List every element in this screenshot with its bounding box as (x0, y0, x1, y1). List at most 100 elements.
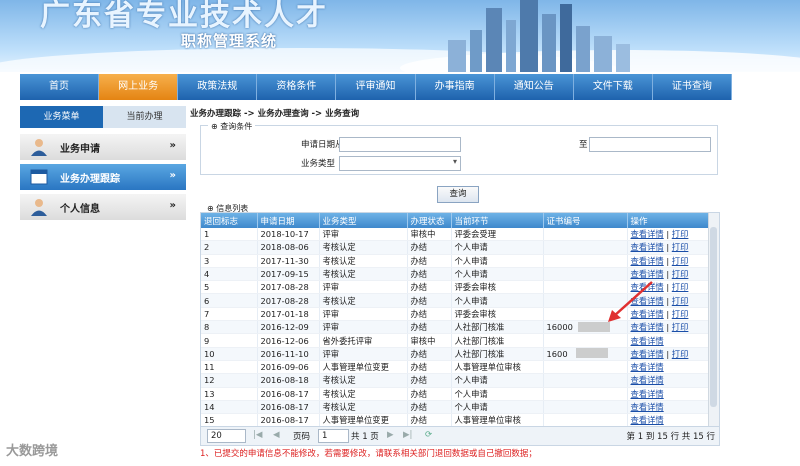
view-details-link[interactable]: 查看详情 (631, 349, 664, 359)
date-to-input[interactable] (589, 137, 711, 152)
operations-cell: 查看详情 | 打印 (627, 240, 710, 255)
certificate-number (543, 307, 628, 322)
table-row[interactable]: 11 2016-09-06 人事管理单位变更 办结 人事管理单位审核 查看详情 (201, 360, 710, 375)
page-size-select[interactable]: 20 (207, 429, 246, 443)
table-row[interactable]: 1 2018-10-17 评审 审核中 评委会受理 查看详情 | 打印 (201, 228, 710, 242)
menu-business-apply[interactable]: 业务申请 » (20, 134, 186, 160)
view-details-link[interactable]: 查看详情 (631, 375, 664, 385)
certificate-number: 16000 (543, 320, 628, 335)
business-type: 人事管理单位变更 (319, 360, 408, 375)
handling-status: 办结 (407, 280, 452, 295)
view-details-link[interactable]: 查看详情 (631, 362, 664, 372)
first-page-icon[interactable]: |◀ (253, 430, 262, 440)
table-row[interactable]: 12 2016-08-18 考核认定 办结 个人申请 查看详情 (201, 373, 710, 388)
view-details-link[interactable]: 查看详情 (631, 389, 664, 399)
certificate-number (543, 228, 628, 242)
page-input[interactable]: 1 (318, 429, 349, 443)
last-page-icon[interactable]: ▶| (403, 430, 412, 440)
table-row[interactable]: 3 2017-11-30 考核认定 办结 个人申请 查看详情 | 打印 (201, 254, 710, 268)
business-type-select[interactable]: ▾ (339, 156, 461, 171)
nav-guide[interactable]: 办事指南 (416, 74, 495, 100)
menu-business-tracking[interactable]: 业务办理跟踪 » (20, 164, 186, 190)
table-row[interactable]: 4 2017-09-15 考核认定 办结 个人申请 查看详情 | 打印 (201, 267, 710, 282)
print-link[interactable]: 打印 (672, 282, 689, 292)
view-details-link[interactable]: 查看详情 (631, 256, 664, 266)
col-header[interactable]: 业务类型 (319, 213, 408, 228)
view-details-link[interactable]: 查看详情 (631, 282, 664, 292)
certificate-number (543, 240, 628, 255)
view-details-link[interactable]: 查看详情 (631, 269, 664, 279)
view-details-link[interactable]: 查看详情 (631, 242, 664, 252)
current-step: 个人申请 (451, 293, 544, 308)
business-type: 人事管理单位变更 (319, 413, 408, 427)
date-from-input[interactable] (339, 137, 461, 152)
nav-online-business[interactable]: 网上业务 (99, 74, 179, 100)
tab-current-handling[interactable]: 当前办理 (103, 106, 186, 128)
table-row[interactable]: 7 2017-01-18 评审 办结 评委会审核 查看详情 | 打印 (201, 307, 710, 322)
print-link[interactable]: 打印 (672, 309, 689, 319)
calendar-icon (30, 169, 48, 185)
apply-date: 2017-08-28 (257, 293, 320, 308)
table-row[interactable]: 2 2018-08-06 考核认定 办结 个人申请 查看详情 | 打印 (201, 240, 710, 255)
print-link[interactable]: 打印 (672, 269, 689, 279)
table-row[interactable]: 13 2016-08-17 考核认定 办结 个人申请 查看详情 (201, 387, 710, 401)
table-row[interactable]: 9 2016-12-06 省外委托评审 审核中 人社部门核准 查看详情 (201, 333, 710, 348)
prev-page-icon[interactable]: ◀ (273, 430, 280, 440)
menu-personal-info[interactable]: 个人信息 » (20, 194, 186, 220)
print-link[interactable]: 打印 (672, 242, 689, 252)
col-header[interactable]: 申请日期 (257, 213, 320, 228)
col-header[interactable]: 当前环节 (451, 213, 544, 228)
print-link[interactable]: 打印 (672, 322, 689, 332)
current-step: 个人申请 (451, 267, 544, 282)
query-button[interactable]: 查询 (437, 186, 479, 203)
row-number: 15 (201, 413, 258, 427)
view-details-link[interactable]: 查看详情 (631, 296, 664, 306)
operations-cell: 查看详情 (627, 400, 710, 415)
business-type: 考核认定 (319, 254, 408, 268)
handling-status: 办结 (407, 413, 452, 427)
apply-date: 2017-08-28 (257, 280, 320, 295)
view-details-link[interactable]: 查看详情 (631, 229, 664, 239)
print-link[interactable]: 打印 (672, 256, 689, 266)
total-pages: 共 1 页 (351, 432, 379, 442)
table-row[interactable]: 15 2016-08-17 人事管理单位变更 办结 人事管理单位审核 查看详情 (201, 413, 710, 427)
print-link[interactable]: 打印 (672, 349, 689, 359)
nav-policies[interactable]: 政策法规 (178, 74, 258, 100)
table-row[interactable]: 10 2016-11-10 评审 办结 人社部门核准 1600 查看详情 | 打印 (201, 347, 710, 361)
view-details-link[interactable]: 查看详情 (631, 309, 664, 319)
handling-status: 审核中 (407, 333, 452, 348)
nav-announcements[interactable]: 通知公告 (495, 74, 574, 100)
col-header[interactable]: 退回标志 (201, 213, 258, 228)
certificate-number (543, 293, 628, 308)
nav-certificate-query[interactable]: 证书查询 (653, 74, 732, 100)
view-details-link[interactable]: 查看详情 (631, 415, 664, 425)
row-number: 13 (201, 387, 258, 401)
col-header[interactable]: 操作 (627, 213, 710, 228)
table-row[interactable]: 6 2017-08-28 考核认定 办结 个人申请 查看详情 | 打印 (201, 293, 710, 308)
chevron-right-icon: » (169, 170, 176, 181)
table-row[interactable]: 14 2016-08-17 考核认定 办结 个人申请 查看详情 (201, 400, 710, 415)
current-step: 个人申请 (451, 254, 544, 268)
nav-review-notices[interactable]: 评审通知 (336, 74, 416, 100)
refresh-icon[interactable]: ⟳ (425, 430, 432, 440)
next-page-icon[interactable]: ▶ (387, 430, 394, 440)
col-header[interactable]: 办理状态 (407, 213, 452, 228)
view-details-link[interactable]: 查看详情 (631, 336, 664, 346)
tab-business-menu[interactable]: 业务菜单 (20, 106, 103, 128)
print-link[interactable]: 打印 (672, 296, 689, 306)
nav-qualifications[interactable]: 资格条件 (257, 74, 337, 100)
col-header[interactable]: 证书编号 (543, 213, 628, 228)
nav-home[interactable]: 首页 (20, 74, 100, 100)
table-row[interactable]: 8 2016-12-09 评审 办结 人社部门核准 16000 查看详情 | 打印 (201, 320, 710, 335)
operations-cell: 查看详情 | 打印 (627, 267, 710, 282)
operations-cell: 查看详情 (627, 373, 710, 388)
vertical-scrollbar[interactable] (708, 213, 719, 427)
print-link[interactable]: 打印 (672, 229, 689, 239)
business-type: 考核认定 (319, 400, 408, 415)
table-row[interactable]: 5 2017-08-28 评审 办结 评委会审核 查看详情 | 打印 (201, 280, 710, 295)
watermark: 大数跨境 (6, 444, 59, 459)
nav-downloads[interactable]: 文件下载 (574, 74, 653, 100)
view-details-link[interactable]: 查看详情 (631, 402, 664, 412)
view-details-link[interactable]: 查看详情 (631, 322, 664, 332)
row-number: 5 (201, 280, 258, 295)
